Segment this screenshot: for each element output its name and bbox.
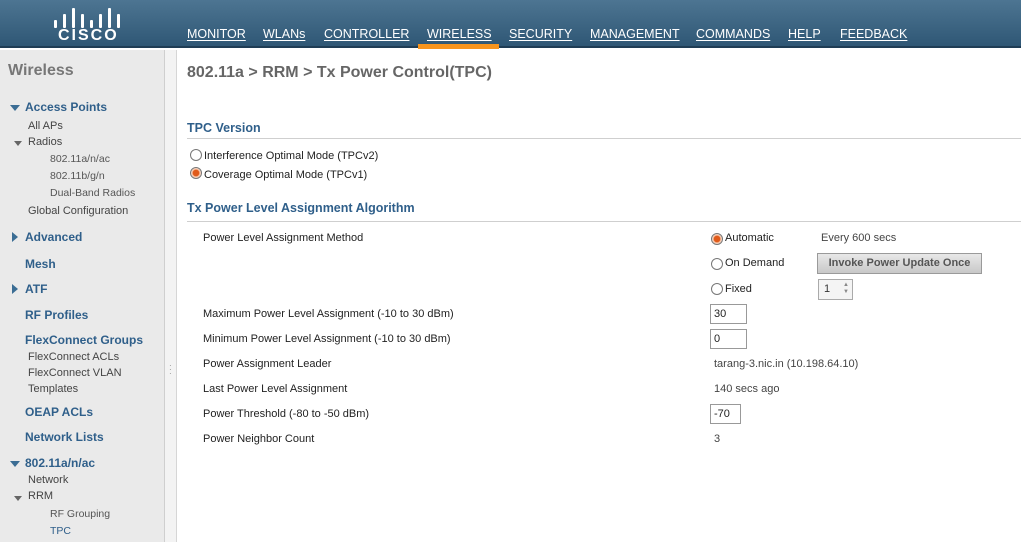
sidebar-item-mesh[interactable]: Mesh: [25, 257, 56, 271]
sidebar-item-templates[interactable]: Templates: [28, 383, 78, 395]
sidebar-item-flexconnect-vlan[interactable]: FlexConnect VLAN: [28, 367, 122, 379]
spinner-icon: ▲ ▼: [843, 282, 849, 295]
nav-wireless[interactable]: WIRELESS: [427, 27, 492, 41]
tpcv1-label: Coverage Optimal Mode (TPCv1): [204, 169, 368, 181]
section-divider: [187, 221, 1021, 222]
nav-active-indicator: [418, 44, 499, 49]
last-assignment-value: 140 secs ago: [714, 383, 780, 395]
fixed-level-select[interactable]: 1 ▲ ▼: [818, 279, 853, 300]
on-demand-radio[interactable]: [711, 258, 723, 270]
sidebar-item-rrm[interactable]: RRM: [28, 490, 53, 502]
main-content: 802.11a > RRM > Tx Power Control(TPC) TP…: [177, 50, 1021, 542]
nav-feedback[interactable]: FEEDBACK: [840, 27, 907, 41]
nav-controller[interactable]: CONTROLLER: [324, 27, 409, 41]
automatic-label: Automatic: [725, 232, 774, 244]
threshold-input[interactable]: -70: [710, 404, 741, 424]
nav-wlans[interactable]: WLANs: [263, 27, 305, 41]
sidebar-item-rf-grouping[interactable]: RF Grouping: [50, 508, 110, 520]
invoke-power-update-button[interactable]: Invoke Power Update Once: [817, 253, 982, 274]
tpcv2-radio[interactable]: [190, 149, 202, 161]
sidebar-item-flexconnect-acls[interactable]: FlexConnect ACLs: [28, 351, 119, 363]
sidebar-item-dual-band[interactable]: Dual-Band Radios: [50, 187, 135, 199]
sidebar-item-all-aps[interactable]: All APs: [28, 120, 63, 132]
last-assignment-label: Last Power Level Assignment: [203, 383, 348, 395]
min-power-input[interactable]: 0: [710, 329, 747, 349]
sidebar-item-network-lists[interactable]: Network Lists: [25, 430, 104, 444]
collapse-icon[interactable]: [14, 496, 22, 501]
expand-icon[interactable]: [12, 232, 18, 242]
expand-icon[interactable]: [12, 284, 18, 294]
threshold-label: Power Threshold (-80 to -50 dBm): [203, 408, 370, 420]
nav-help[interactable]: HELP: [788, 27, 821, 41]
sidebar-item-radio-a[interactable]: 802.11a/n/ac: [50, 153, 110, 165]
min-power-label: Minimum Power Level Assignment (-10 to 3…: [203, 333, 451, 345]
sidebar-item-advanced[interactable]: Advanced: [25, 230, 82, 244]
page-title: 802.11a > RRM > Tx Power Control(TPC): [187, 64, 492, 81]
on-demand-label: On Demand: [725, 257, 785, 269]
sidebar-title: Wireless: [8, 62, 74, 79]
sidebar-item-flexconnect-groups[interactable]: FlexConnect Groups: [25, 333, 143, 347]
sidebar-item-radio-b[interactable]: 802.11b/g/n: [50, 170, 105, 182]
method-label: Power Level Assignment Method: [203, 232, 364, 244]
max-power-input[interactable]: 30: [710, 304, 747, 324]
tpcv1-radio[interactable]: [190, 167, 202, 179]
leader-value: tarang-3.nic.in (10.198.64.10): [714, 358, 859, 370]
sidebar-item-radios[interactable]: Radios: [28, 136, 62, 148]
neighbor-count-label: Power Neighbor Count: [203, 433, 315, 445]
top-header: CISCO MONITOR WLANs CONTROLLER WIRELESS …: [0, 0, 1021, 49]
sidebar-item-atf[interactable]: ATF: [25, 282, 47, 296]
sidebar-item-network[interactable]: Network: [28, 474, 68, 486]
sidebar-item-access-points[interactable]: Access Points: [25, 100, 107, 114]
fixed-radio[interactable]: [711, 283, 723, 295]
sidebar-item-tpc[interactable]: TPC: [50, 525, 71, 537]
automatic-radio[interactable]: [711, 233, 723, 245]
algorithm-heading: Tx Power Level Assignment Algorithm: [187, 201, 415, 215]
sidebar-item-global-config[interactable]: Global Configuration: [28, 205, 128, 217]
sidebar: Wireless Access Points All APs Radios 80…: [0, 50, 165, 542]
collapse-icon[interactable]: [14, 141, 22, 146]
neighbor-count-value: 3: [714, 433, 721, 445]
sidebar-item-80211a[interactable]: 802.11a/n/ac: [25, 456, 95, 470]
sidebar-resize-handle[interactable]: · · ·: [165, 50, 177, 542]
max-power-label: Maximum Power Level Assignment (-10 to 3…: [203, 308, 454, 320]
section-divider: [187, 138, 1021, 139]
tpc-version-heading: TPC Version: [187, 121, 261, 135]
sidebar-item-oeap-acls[interactable]: OEAP ACLs: [25, 405, 93, 419]
tpcv2-label: Interference Optimal Mode (TPCv2): [204, 150, 379, 162]
collapse-icon[interactable]: [10, 461, 20, 467]
cisco-logo: CISCO: [50, 4, 126, 44]
fixed-level-value: 1: [824, 283, 831, 295]
nav-monitor[interactable]: MONITOR: [187, 27, 246, 41]
leader-label: Power Assignment Leader: [203, 358, 332, 370]
fixed-label: Fixed: [725, 283, 752, 295]
collapse-icon[interactable]: [10, 105, 20, 111]
nav-management[interactable]: MANAGEMENT: [590, 27, 680, 41]
sidebar-item-rf-profiles[interactable]: RF Profiles: [25, 308, 88, 322]
nav-commands[interactable]: COMMANDS: [696, 27, 770, 41]
interval-text: Every 600 secs: [821, 232, 897, 244]
nav-security[interactable]: SECURITY: [509, 27, 572, 41]
